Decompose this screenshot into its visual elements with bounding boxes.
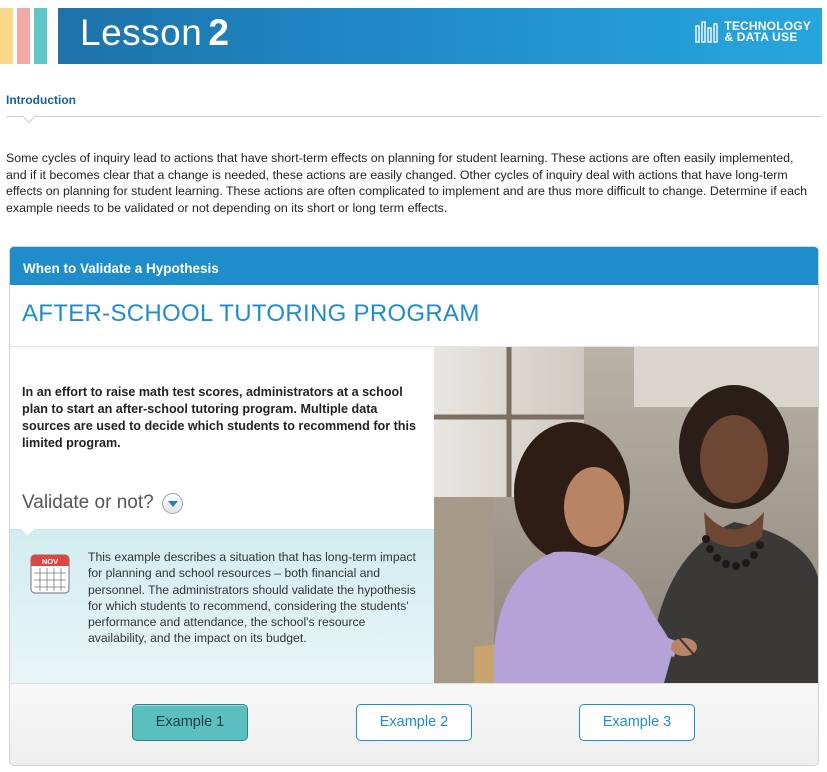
example-header: AFTER-SCHOOL TUTORING PROGRAM [10,285,818,347]
validate-panel: When to Validate a Hypothesis AFTER-SCHO… [9,246,819,766]
lesson-title: Lesson 2 [80,12,229,54]
validate-toggle[interactable]: Validate or not? [22,492,183,514]
bar-chart-icon [695,21,719,43]
answer-text: This example describes a situation that … [88,550,416,646]
stripe-yellow [0,8,13,64]
answer-notch [19,521,36,538]
validate-label: Validate or not? [22,492,154,513]
lesson-word: Lesson [80,12,203,53]
teacher-student-photo [434,347,818,683]
tab-example-3[interactable]: Example 3 [579,704,695,741]
answer-box: NOV This example describes a situation t… [10,521,434,683]
scenario-column: In an effort to raise math test scores, … [10,347,434,683]
tab-example-1[interactable]: Example 1 [132,704,248,741]
panel-header: When to Validate a Hypothesis [10,247,818,285]
intro-label: Introduction [6,93,76,107]
brand-line-2: & DATA USE [724,30,798,44]
lesson-number: 2 [208,12,230,53]
intro-divider-notch [21,108,37,124]
tab-example-2[interactable]: Example 2 [356,704,472,741]
intro-text: Some cycles of inquiry lead to actions t… [6,151,808,215]
intro-divider [6,116,822,117]
lesson-header: Lesson 2 TECHNOLOGY & DATA USE [0,0,827,66]
color-stripes [0,8,51,64]
stripe-teal [34,8,47,64]
calendar-icon: NOV [30,554,70,594]
example-title: AFTER-SCHOOL TUTORING PROGRAM [22,300,480,327]
scenario-text: In an effort to raise math test scores, … [22,385,416,450]
chevron-down-icon[interactable] [161,492,183,514]
calendar-month: NOV [42,557,58,566]
stripe-pink [17,8,30,64]
example-tabs: Example 1 Example 2 Example 3 [10,683,818,765]
panel-title: When to Validate a Hypothesis [23,261,219,276]
brand-logo: TECHNOLOGY & DATA USE [695,20,811,44]
